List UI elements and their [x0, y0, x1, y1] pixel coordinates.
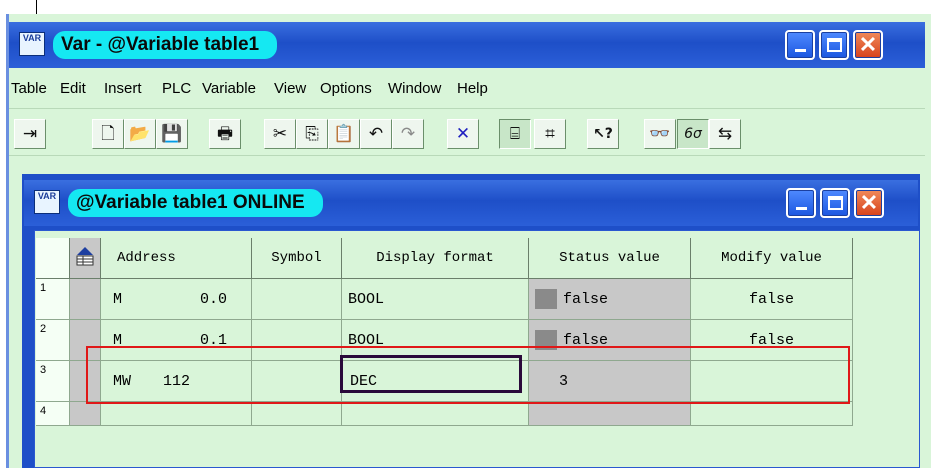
row-number[interactable]: 3: [36, 360, 70, 402]
inner-maximize-button[interactable]: [820, 188, 850, 218]
modify-value-cell[interactable]: [690, 401, 853, 426]
address-cell[interactable]: [100, 401, 252, 426]
toolbar: ⇥ 🗋 📂 💾 🖶 ✂ ⎘ 📋 ↶ ↷ ✕ ⌸ ⌗ ↖? 👓 6σ ⇆: [9, 108, 925, 156]
menu-variable[interactable]: Variable: [202, 80, 256, 98]
inner-title-bar[interactable]: VAR @Variable table1 ONLINE ✕: [24, 180, 918, 226]
redo-icon[interactable]: ↷: [392, 119, 424, 149]
row-number[interactable]: 4: [36, 401, 70, 426]
header-address[interactable]: Address: [100, 238, 252, 279]
cut-icon[interactable]: ✂: [264, 119, 296, 149]
header-modify-value[interactable]: Modify value: [690, 238, 853, 279]
status-indicator: [535, 289, 557, 309]
address-type: M: [113, 290, 123, 308]
close-icon: ✕: [859, 190, 879, 215]
menu-window[interactable]: Window: [388, 80, 441, 98]
online-icon[interactable]: ⌸: [499, 119, 531, 149]
pin-icon[interactable]: ⇥: [14, 119, 46, 149]
outer-title-bar[interactable]: VAR Var - @Variable table1 ✕: [9, 22, 925, 68]
inner-minimize-button[interactable]: [786, 188, 816, 218]
close-icon: ✕: [858, 32, 878, 57]
row-number[interactable]: 2: [36, 319, 70, 361]
print-icon[interactable]: 🖶: [209, 119, 241, 149]
menu-bar: Table Edit Insert PLC Variable View Opti…: [9, 72, 925, 106]
address-cell[interactable]: M 0.0: [100, 278, 252, 320]
menu-options[interactable]: Options: [320, 80, 372, 98]
corner-cell: [36, 238, 70, 279]
app-icon: VAR: [19, 32, 45, 56]
copy-icon[interactable]: ⎘: [296, 119, 328, 149]
outer-close-button[interactable]: ✕: [853, 30, 883, 60]
header-display-format[interactable]: Display format: [341, 238, 529, 279]
outer-window-title: Var - @Variable table1: [53, 31, 278, 59]
row-marker: [69, 278, 101, 320]
maximize-icon: [827, 38, 842, 52]
save-icon[interactable]: 💾: [156, 119, 188, 149]
table-row[interactable]: 4: [36, 401, 853, 426]
status-value-text: false: [563, 290, 609, 308]
inner-window-title: @Variable table1 ONLINE: [68, 189, 323, 217]
inner-app-icon: VAR: [34, 190, 60, 214]
status-value-cell: [528, 401, 691, 426]
menu-insert[interactable]: Insert: [104, 80, 142, 98]
undo-icon[interactable]: ↶: [360, 119, 392, 149]
open-icon[interactable]: 📂: [124, 119, 156, 149]
menu-plc[interactable]: PLC: [162, 80, 191, 98]
menu-help[interactable]: Help: [457, 80, 488, 98]
status-value-cell: false: [528, 278, 691, 320]
header-status-value[interactable]: Status value: [528, 238, 691, 279]
delete-icon[interactable]: ✕: [447, 119, 479, 149]
minimize-icon: [796, 207, 807, 210]
monitor-icon[interactable]: 👓: [644, 119, 676, 149]
plc-status-icon[interactable]: ⌗: [534, 119, 566, 149]
outer-maximize-button[interactable]: [819, 30, 849, 60]
window-edge-line: [36, 0, 37, 14]
menu-edit[interactable]: Edit: [60, 80, 86, 98]
table-row[interactable]: 1 M 0.0 BOOL false false: [36, 278, 853, 320]
table-grid-icon: [69, 238, 101, 279]
focused-cell-border: [340, 355, 522, 393]
modify-value-cell[interactable]: false: [690, 278, 853, 320]
paste-icon[interactable]: 📋: [328, 119, 360, 149]
row-marker: [69, 401, 101, 426]
trigger-icon[interactable]: ⇆: [709, 119, 741, 149]
help-icon[interactable]: ↖?: [587, 119, 619, 149]
header-symbol[interactable]: Symbol: [251, 238, 342, 279]
inner-close-button[interactable]: ✕: [854, 188, 884, 218]
table-header-row: Address Symbol Display format Status val…: [36, 238, 853, 279]
new-icon[interactable]: 🗋: [92, 119, 124, 149]
modify-icon[interactable]: 6σ: [677, 119, 709, 149]
outer-minimize-button[interactable]: [785, 30, 815, 60]
row-number[interactable]: 1: [36, 278, 70, 320]
minimize-icon: [795, 49, 806, 52]
address-number: 0.0: [199, 290, 227, 308]
symbol-cell[interactable]: [251, 401, 342, 426]
menu-table[interactable]: Table: [11, 80, 47, 98]
menu-view[interactable]: View: [274, 80, 306, 98]
display-format-cell[interactable]: [341, 401, 529, 426]
maximize-icon: [828, 196, 843, 210]
symbol-cell[interactable]: [251, 278, 342, 320]
display-format-cell[interactable]: BOOL: [341, 278, 529, 320]
